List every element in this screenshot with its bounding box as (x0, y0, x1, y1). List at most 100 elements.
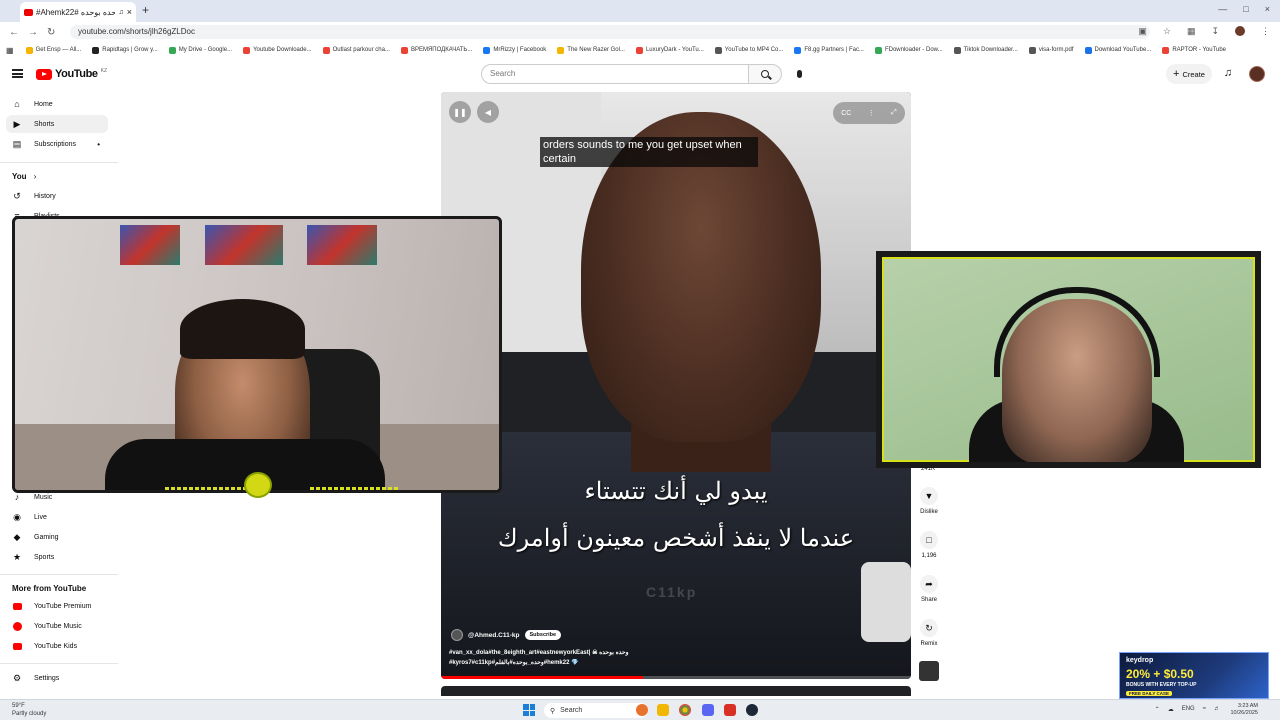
youtube-header: YouTube KZ Search + Create ♫ (0, 57, 1280, 91)
browser-menu-icon[interactable]: ⋮ (1261, 26, 1270, 37)
bookmark-star-icon[interactable]: ☆ (1163, 26, 1171, 37)
playback-progress-bar[interactable] (441, 676, 911, 679)
sidebar-item-shorts[interactable]: ▶ Shorts (6, 115, 108, 133)
bookmark-item[interactable]: FDownloader - Dow... (874, 46, 943, 54)
bookmark-label: YouTube to MP4 Co... (724, 47, 784, 53)
language-indicator[interactable]: ENG (1182, 706, 1195, 713)
tab-close-icon[interactable]: × (127, 7, 132, 17)
bookmark-item[interactable]: The New Razer Gol... (557, 46, 625, 54)
apps-grid-icon[interactable]: ▦ (6, 46, 14, 55)
file-explorer-icon[interactable] (657, 704, 669, 716)
fullscreen-icon[interactable]: ⤢ (891, 109, 897, 117)
bookmark-item[interactable]: LuxuryDark - YouTu... (635, 46, 704, 54)
channel-name[interactable]: @Ahmed.C11-kp (468, 632, 520, 639)
remix-button[interactable]: ↻ Remix (915, 619, 943, 647)
browser-tab[interactable]: #Ahemk22# وحده بوحده ♫ × (20, 2, 136, 22)
minimize-icon[interactable]: — (1218, 4, 1227, 14)
bookmark-item[interactable]: Download YouTube... (1084, 46, 1151, 54)
reload-icon[interactable]: ↻ (47, 27, 57, 38)
comments-button[interactable]: □ 1,196 (915, 531, 943, 559)
sidebar-item-gaming[interactable]: ◆ Gaming (6, 528, 108, 546)
bookmark-favicon-icon (1084, 46, 1092, 54)
menu-icon[interactable] (12, 69, 23, 78)
volume-icon[interactable]: ♬ (1214, 706, 1220, 713)
create-button[interactable]: + Create (1166, 64, 1212, 84)
discord-icon[interactable] (702, 704, 714, 716)
bookmark-item[interactable]: Youtube Downloade... (243, 46, 312, 54)
cloud-icon[interactable]: ☁ (1168, 706, 1174, 713)
url-field[interactable]: youtube.com/shorts/jlh26gZLDoc (70, 25, 1150, 39)
new-content-dot: • (97, 139, 100, 149)
playback-progress-fill (441, 676, 644, 679)
install-icon[interactable]: ▣ (1138, 26, 1147, 37)
extensions-icon[interactable]: ▦ (1187, 26, 1196, 37)
bookmark-item[interactable]: visa-form.pdf (1028, 46, 1074, 54)
voice-search-button[interactable] (792, 66, 806, 82)
sound-thumbnail[interactable] (919, 661, 939, 681)
bookmark-item[interactable]: F8.gg Partners | Fac... (794, 46, 864, 54)
captions-icon[interactable]: CC (841, 110, 851, 117)
taskbar-search[interactable]: ⚲ Search (544, 703, 648, 718)
short-description[interactable]: #van_xx_dola#the_8eighth_art#eastnewyork… (449, 648, 679, 668)
bookmark-item[interactable]: ВРЕМЯПОДКАЧАТЬ... (400, 46, 472, 54)
weather-widget[interactable]: 59°F Partly cloudy (12, 702, 46, 718)
bookmark-item[interactable]: Get Ensp — All... (25, 46, 81, 54)
bookmark-item[interactable]: MrRizzy | Facebook (483, 46, 546, 54)
bookmark-item[interactable]: Outlast parkour cha... (322, 46, 390, 54)
windows-start-icon[interactable] (523, 704, 535, 716)
bookmark-item[interactable]: My Drive - Google... (168, 46, 232, 54)
sidebar-item-settings[interactable]: ⚙ Settings (6, 669, 108, 687)
keydrop-ad-banner[interactable]: keydrop 20% + $0.50 BONUS WITH EVERY TOP… (1119, 652, 1269, 699)
you-heading[interactable]: You › (12, 172, 36, 181)
share-button[interactable]: ➦ Share (915, 575, 943, 603)
speaker-icon[interactable]: ♫ (118, 9, 123, 16)
new-tab-icon[interactable]: + (142, 3, 149, 17)
search-input[interactable]: Search (481, 64, 749, 84)
back-icon[interactable]: ← (9, 27, 19, 38)
youtube-logo[interactable]: YouTube KZ (36, 68, 107, 80)
app-icon[interactable] (636, 704, 648, 716)
taskbar-clock[interactable]: 3:23 AM 10/26/2025 (1230, 703, 1258, 717)
chevron-up-icon[interactable]: ⌃ (1155, 706, 1160, 713)
sidebar-item-home[interactable]: ⌂ Home (6, 95, 108, 113)
bookmark-favicon-icon (874, 46, 882, 54)
bookmark-label: FDownloader - Dow... (884, 47, 943, 53)
sidebar-item-youtube-kids[interactable]: YouTube Kids (6, 637, 108, 655)
green-screen-background (882, 257, 1255, 462)
sidebar-item-live[interactable]: ◉ Live (6, 508, 108, 526)
close-window-icon[interactable]: × (1265, 4, 1270, 14)
pause-button[interactable]: ❚❚ (449, 101, 471, 123)
dislike-button[interactable]: ▼ Dislike (915, 487, 943, 515)
channel-avatar[interactable] (451, 629, 463, 641)
bookmark-item[interactable]: Rapidtags | Grow y... (92, 46, 158, 54)
chrome-icon[interactable] (679, 704, 691, 716)
browser-profile-avatar[interactable] (1235, 26, 1245, 36)
download-icon[interactable]: ↧ (1211, 26, 1219, 37)
app-icon[interactable] (724, 704, 736, 716)
taskbar-search-label: Search (560, 707, 583, 714)
channel-row: @Ahmed.C11-kp Subscribe (451, 629, 562, 641)
more-options-icon[interactable]: ⋮ (868, 109, 875, 117)
bookmark-item[interactable]: Tiktok Downloader... (953, 46, 1018, 54)
create-label: Create (1182, 69, 1205, 79)
search-button[interactable] (748, 64, 782, 84)
user-avatar[interactable] (1249, 66, 1265, 82)
forward-icon[interactable]: → (28, 27, 38, 38)
subscribe-button[interactable]: Subscribe (524, 630, 562, 640)
sidebar-item-youtube-premium[interactable]: YouTube Premium (6, 597, 108, 615)
sidebar-item-label: Music (34, 493, 53, 501)
sidebar-item-history[interactable]: ↺ History (6, 187, 108, 205)
sidebar-item-youtube-music[interactable]: YouTube Music (6, 617, 108, 635)
shorts-player[interactable]: ❚❚ ◀ CC ⋮ ⤢ orders sounds to me you get … (441, 92, 911, 679)
bookmark-item[interactable]: YouTube to MP4 Co... (714, 46, 784, 54)
volume-button[interactable]: ◀ (477, 101, 499, 123)
next-short-preview[interactable] (441, 686, 911, 696)
steam-icon[interactable] (746, 704, 758, 716)
bookmark-item[interactable]: RAPTOR - YouTube (1162, 46, 1226, 54)
sidebar-item-subscriptions[interactable]: ▤ Subscriptions • (6, 135, 108, 153)
maximize-icon[interactable]: □ (1243, 4, 1248, 14)
notifications-bell-icon[interactable]: ♫ (1222, 67, 1234, 79)
sidebar-item-label: Subscriptions (34, 140, 77, 148)
wifi-icon[interactable]: ≈ (1203, 706, 1206, 713)
sidebar-item-sports[interactable]: ★ Sports (6, 548, 108, 566)
